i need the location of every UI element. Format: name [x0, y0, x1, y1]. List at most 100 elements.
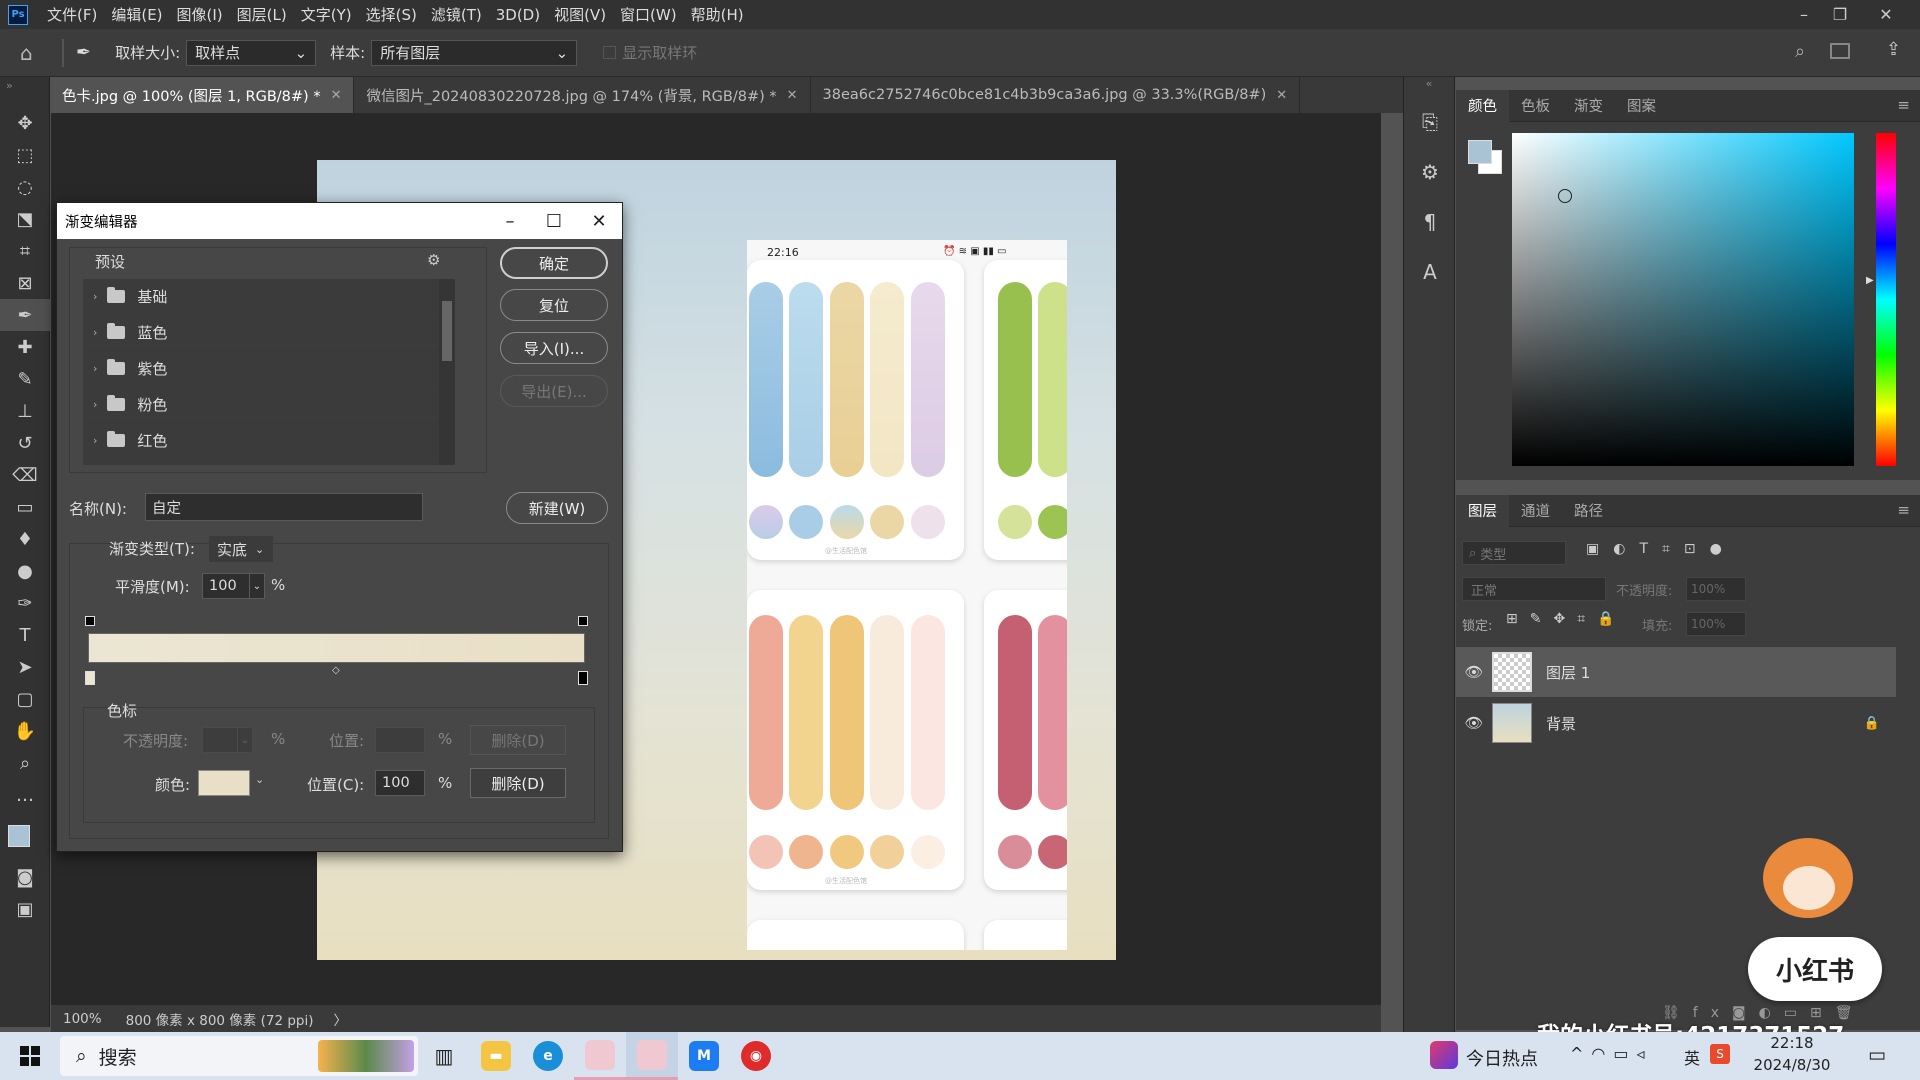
home-icon[interactable]: ⌂: [20, 41, 50, 65]
delete-color-stop-button[interactable]: 删除(D): [470, 768, 566, 798]
stop-color-swatch[interactable]: [198, 770, 250, 796]
menu-image[interactable]: 图像(I): [170, 4, 230, 25]
netease-music-icon[interactable]: ◉: [730, 1032, 782, 1080]
color-stop-right-selected[interactable]: [578, 671, 588, 685]
path-select-tool-icon[interactable]: ➤: [0, 651, 50, 683]
news-icon[interactable]: [1430, 1041, 1458, 1069]
minimize-icon[interactable]: –: [487, 203, 533, 239]
menu-help[interactable]: 帮助(H): [684, 4, 751, 25]
tab-color[interactable]: 颜色: [1456, 89, 1509, 122]
sogou-ime-icon[interactable]: S: [1710, 1044, 1730, 1064]
gradient-tool-icon[interactable]: ▭: [0, 491, 50, 523]
midpoint-diamond[interactable]: ◇: [332, 665, 340, 676]
dialog-titlebar[interactable]: 渐变编辑器 – ☐ ✕: [57, 203, 622, 239]
object-select-tool-icon[interactable]: ⬔: [0, 203, 50, 235]
layer-filter-select[interactable]: ⌕ 类型: [1462, 541, 1566, 565]
more-tools-icon[interactable]: …: [0, 779, 50, 811]
marquee-tool-icon[interactable]: ⬚: [0, 139, 50, 171]
layer-name[interactable]: 背景: [1546, 713, 1576, 734]
ime-indicator[interactable]: 英: [1684, 1045, 1700, 1069]
tab-document-1[interactable]: 色卡.jpg @ 100% (图层 1, RGB/8#) * ✕: [50, 77, 355, 113]
preset-folder[interactable]: › 紫色: [83, 351, 455, 387]
panel-menu-icon[interactable]: ≡: [1897, 501, 1910, 519]
menu-view[interactable]: 视图(V): [547, 4, 613, 25]
clock-time[interactable]: 22:18: [1752, 1034, 1832, 1052]
close-icon[interactable]: ✕: [1276, 88, 1287, 103]
app-pink-2-icon[interactable]: [626, 1032, 678, 1080]
opacity-stop-right[interactable]: [578, 616, 588, 626]
preset-folder[interactable]: › 蓝色: [83, 315, 455, 351]
opacity-input[interactable]: 100%: [1686, 577, 1746, 601]
dodge-tool-icon[interactable]: ●: [0, 555, 50, 587]
menu-window[interactable]: 窗口(W): [613, 4, 684, 25]
hand-tool-icon[interactable]: ✋: [0, 715, 50, 747]
tab-layers[interactable]: 图层: [1456, 494, 1509, 527]
frame-tool-icon[interactable]: ⊠: [0, 267, 50, 299]
news-label[interactable]: 今日热点: [1466, 1045, 1538, 1071]
paragraph-icon[interactable]: ¶: [1404, 197, 1456, 247]
history-brush-tool-icon[interactable]: ↺: [0, 427, 50, 459]
tab-document-3[interactable]: 38ea6c2752746c0bce81c4b3b9ca3a6.jpg @ 33…: [811, 77, 1301, 113]
share-icon[interactable]: ⇪: [1886, 39, 1901, 60]
stamp-tool-icon[interactable]: ⊥: [0, 395, 50, 427]
healing-brush-tool-icon[interactable]: ✚: [0, 331, 50, 363]
preset-folder[interactable]: › 基础: [83, 279, 455, 315]
menu-select[interactable]: 选择(S): [359, 4, 424, 25]
file-explorer-icon[interactable]: ▬: [470, 1032, 522, 1080]
stop-opacity-input[interactable]: [202, 727, 238, 753]
show-ring-checkbox[interactable]: [603, 46, 617, 59]
type-tool-icon[interactable]: T: [0, 619, 50, 651]
minimize-icon[interactable]: –: [1784, 0, 1824, 29]
scrollbar-thumb[interactable]: [442, 301, 452, 361]
restore-icon[interactable]: ❐: [1820, 0, 1860, 29]
move-tool-icon[interactable]: ✥: [0, 107, 50, 139]
lasso-tool-icon[interactable]: ◌: [0, 171, 50, 203]
fill-input[interactable]: 100%: [1686, 612, 1746, 636]
tab-channels[interactable]: 通道: [1509, 495, 1562, 527]
close-icon[interactable]: ✕: [1866, 0, 1906, 29]
panel-menu-icon[interactable]: ≡: [1897, 96, 1910, 114]
menu-filter[interactable]: 滤镜(T): [424, 4, 489, 25]
app-blue-icon[interactable]: M: [678, 1032, 730, 1080]
presets-scrollbar[interactable]: [439, 279, 455, 465]
color-position-input[interactable]: 100: [375, 770, 425, 796]
sample-select[interactable]: 所有图层 ⌄: [371, 39, 578, 66]
search-icon[interactable]: ⌕: [1795, 41, 1805, 62]
properties-icon[interactable]: ⚙: [1404, 147, 1456, 197]
eyedropper-tool-icon[interactable]: ✒: [0, 299, 50, 331]
preset-folder[interactable]: › 红色: [83, 423, 455, 459]
menu-edit[interactable]: 编辑(E): [104, 4, 169, 25]
close-icon[interactable]: ✕: [787, 88, 798, 103]
tab-document-2[interactable]: 微信图片_20240830220728.jpg @ 174% (背景, RGB/…: [354, 77, 811, 113]
maximize-icon[interactable]: ☐: [531, 203, 577, 239]
chevron-down-icon[interactable]: ⌄: [237, 727, 253, 753]
pen-tool-icon[interactable]: ✑: [0, 587, 50, 619]
foreground-color-swatch[interactable]: [8, 825, 30, 847]
gradient-type-select[interactable]: 实底 ⌄: [209, 536, 273, 562]
menu-file[interactable]: 文件(F): [40, 4, 104, 25]
color-picker-cursor[interactable]: [1558, 189, 1572, 203]
eyedropper-tool-icon[interactable]: ✒: [76, 42, 91, 63]
tab-swatches[interactable]: 色板: [1509, 90, 1562, 122]
preset-folder[interactable]: › 粉色: [83, 387, 455, 423]
foreground-color-swatch[interactable]: [1468, 140, 1492, 164]
menu-layer[interactable]: 图层(L): [230, 4, 294, 25]
new-button[interactable]: 新建(W): [506, 492, 608, 524]
edge-browser-icon[interactable]: e: [522, 1032, 574, 1080]
character-icon[interactable]: A: [1404, 247, 1456, 297]
eye-icon[interactable]: 👁: [1456, 663, 1492, 681]
opacity-stop-left[interactable]: [85, 616, 95, 626]
color-swatches[interactable]: [0, 811, 49, 861]
chevron-down-icon[interactable]: ⌄: [249, 573, 265, 599]
smoothness-input[interactable]: 100: [202, 573, 250, 599]
color-field[interactable]: [1512, 133, 1854, 466]
hue-slider[interactable]: [1876, 133, 1896, 466]
ok-button[interactable]: 确定: [500, 247, 608, 279]
quick-mask-icon[interactable]: ◙: [0, 861, 50, 893]
close-icon[interactable]: ✕: [576, 203, 622, 239]
gear-icon[interactable]: ⚙: [427, 251, 440, 269]
app-pink-icon[interactable]: [574, 1032, 626, 1080]
notification-icon[interactable]: ▭: [1868, 1044, 1886, 1066]
crop-tool-icon[interactable]: ⌗: [0, 235, 50, 267]
close-icon[interactable]: ✕: [331, 88, 342, 103]
